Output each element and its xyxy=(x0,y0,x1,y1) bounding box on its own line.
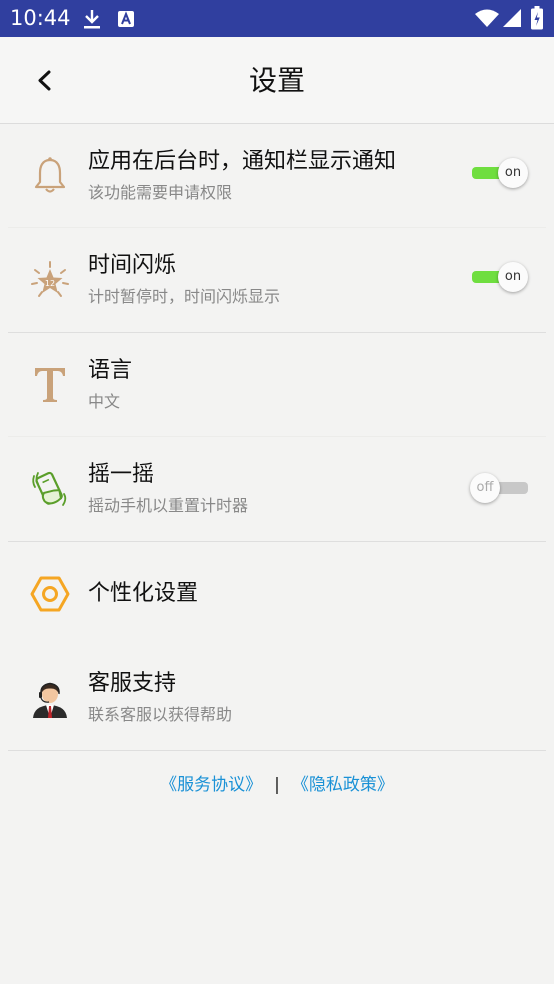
signal-icon xyxy=(503,9,521,27)
star-burst-icon: 12 xyxy=(31,261,69,297)
setting-title: 语言 xyxy=(88,358,133,383)
setting-title: 时间闪烁 xyxy=(88,253,177,278)
service-agreement-link[interactable]: 《服务协议》 xyxy=(160,775,262,795)
app-bar: 设置 xyxy=(0,37,554,124)
shake-phone-icon xyxy=(32,471,67,506)
setting-subtitle: 计时暂停时，时间闪烁显示 xyxy=(88,287,281,306)
setting-title: 摇一摇 xyxy=(88,462,155,487)
page-title: 设置 xyxy=(248,64,305,97)
bell-icon xyxy=(34,157,66,193)
privacy-policy-link[interactable]: 《隐私政策》 xyxy=(292,775,394,795)
battery-icon xyxy=(531,6,543,30)
toggle-knob: on xyxy=(498,262,528,292)
divider xyxy=(8,750,546,751)
setting-subtitle: 该功能需要申请权限 xyxy=(88,183,233,202)
support-agent-icon xyxy=(33,682,67,718)
status-time: 10:44 xyxy=(10,6,71,30)
language-t-icon xyxy=(35,368,65,402)
wifi-icon xyxy=(475,9,499,27)
shake-toggle[interactable]: off xyxy=(470,472,530,503)
download-icon xyxy=(84,10,100,29)
setting-row-language[interactable]: 语言 中文 xyxy=(8,333,546,436)
setting-subtitle: 联系客服以获得帮助 xyxy=(88,705,233,724)
setting-row-personalization[interactable]: 个性化设置 xyxy=(8,542,546,646)
setting-row-support[interactable]: 客服支持 联系客服以获得帮助 xyxy=(8,646,546,750)
time-blink-toggle[interactable]: on xyxy=(470,261,530,292)
a-badge-icon xyxy=(118,11,134,27)
svg-text:12: 12 xyxy=(45,279,55,288)
setting-subtitle: 摇动手机以重置计时器 xyxy=(88,496,249,515)
setting-row-time-blink[interactable]: 12 时间闪烁 计时暂停时，时间闪烁显示 on xyxy=(8,228,546,332)
hexagon-nut-icon xyxy=(30,576,70,612)
setting-row-notification[interactable]: 应用在后台时，通知栏显示通知 该功能需要申请权限 on xyxy=(8,124,546,227)
setting-subtitle: 中文 xyxy=(88,392,121,411)
setting-row-shake[interactable]: 摇一摇 摇动手机以重置计时器 off xyxy=(8,437,546,541)
link-separator: | xyxy=(274,775,280,795)
toggle-knob: on xyxy=(498,158,528,188)
policy-links: 《服务协议》 | 《隐私政策》 xyxy=(0,772,554,798)
setting-title: 应用在后台时，通知栏显示通知 xyxy=(88,149,397,174)
toggle-knob: off xyxy=(470,473,500,503)
notification-toggle[interactable]: on xyxy=(470,157,530,188)
setting-title: 个性化设置 xyxy=(88,581,199,606)
setting-title: 客服支持 xyxy=(88,671,177,696)
status-bar: 10:44 xyxy=(0,0,554,37)
